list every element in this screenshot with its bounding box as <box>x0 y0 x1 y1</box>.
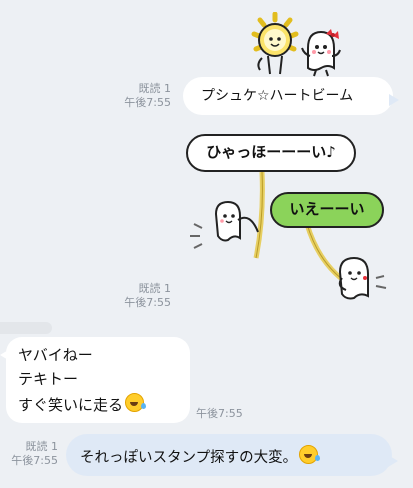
read-receipt: 既読 1 <box>138 82 172 95</box>
message-line-2: テキトー <box>18 370 79 388</box>
ghost-character <box>301 29 341 77</box>
sent-message-bubble[interactable]: それっぽいスタンプ探すの大変。 <box>66 434 398 476</box>
rolling-laughing-emoji-icon <box>125 393 147 412</box>
timestamp: 午後7:55 <box>11 454 58 467</box>
received-message-bubble[interactable]: ヤバイねー テキトー すぐ笑いに走る <box>0 337 190 423</box>
message-text-wrap: それっぽいスタンプ探すの大変。 <box>80 445 321 468</box>
sticker-bubble-iee: いえーーい <box>270 192 384 228</box>
message-line-3: すぐ笑いに走る <box>18 396 124 414</box>
sun-character-icon <box>251 11 341 77</box>
avatar-placeholder <box>0 322 52 334</box>
swinging-sticker[interactable]: ひゃっほーーーい♪ いえーーい <box>180 128 392 308</box>
message-line-3-wrap: すぐ笑いに走る <box>18 393 147 416</box>
message-text: プシュケ☆ハートビーム <box>201 88 354 104</box>
timestamp: 午後7:55 <box>124 296 171 309</box>
timestamp: 午後7:55 <box>196 407 243 420</box>
message-bubble-psyche[interactable]: プシュケ☆ハートビーム <box>183 77 399 115</box>
sticker-bubble-hyahho: ひゃっほーーーい♪ <box>186 134 356 172</box>
right-swinging-ghost <box>338 256 387 300</box>
message-line-1: ヤバイねー <box>18 346 93 364</box>
rolling-laughing-emoji-icon <box>299 445 321 464</box>
message-text: それっぽいスタンプ探すの大変。 <box>80 450 298 466</box>
sun-ghost-sticker[interactable] <box>248 11 344 78</box>
timestamp: 午後7:55 <box>124 96 171 109</box>
read-receipt: 既読 1 <box>138 282 172 295</box>
left-swinging-ghost <box>190 200 259 249</box>
read-receipt: 既読 1 <box>25 440 59 453</box>
